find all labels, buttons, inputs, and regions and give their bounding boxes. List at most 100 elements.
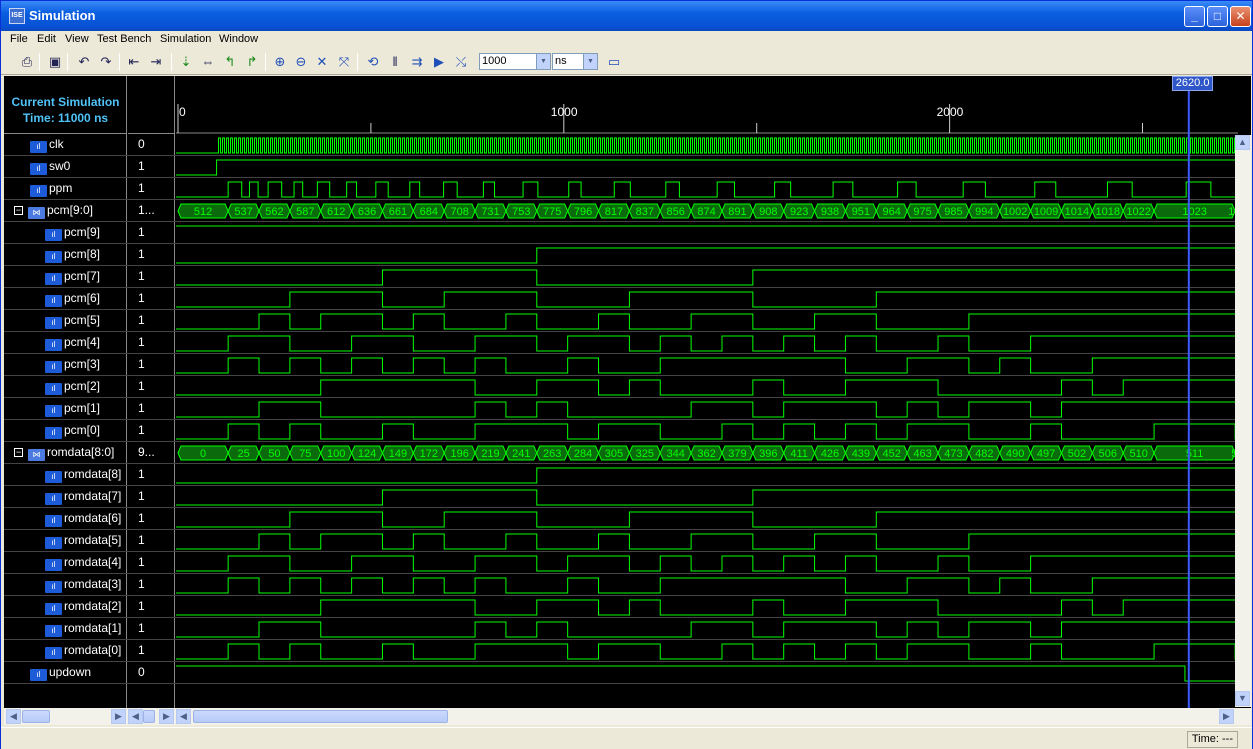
signal-name[interactable]: ıl romdata[1] (45, 621, 121, 637)
signal-output-icon: ıl (45, 427, 62, 439)
run-icon[interactable]: ▶ (430, 53, 448, 71)
zoom-in-icon[interactable]: ⊕ (271, 53, 289, 71)
chevron-down-icon[interactable]: ▼ (583, 54, 597, 69)
signal-name[interactable]: ıl pcm[5] (45, 313, 100, 329)
menu-bar: File Edit View Test Bench Simulation Win… (1, 31, 1252, 49)
menu-file[interactable]: File (10, 33, 28, 45)
signal-name[interactable]: ıl pcm[1] (45, 401, 100, 417)
minimize-button[interactable]: _ (1184, 6, 1205, 27)
signal-name[interactable]: ıl pcm[9] (45, 225, 100, 241)
romdata-value-label: 396 (759, 448, 777, 460)
zoom-fit-icon[interactable]: ✕ (313, 53, 331, 71)
romdata-8-waveform (176, 467, 1238, 484)
print-icon[interactable]: ⎙ (18, 53, 36, 71)
scroll-left-icon[interactable]: ◀ (6, 709, 21, 724)
waveform-canvas[interactable]: 0 1000 2000512 537 562 587 612 636 661 684 708 731 7… (176, 76, 1238, 708)
window-icon[interactable]: ▭ (605, 53, 623, 71)
signal-name[interactable]: ıl pcm[0] (45, 423, 100, 439)
signal-name[interactable]: ıl romdata[0] (45, 643, 121, 659)
scroll-right-icon[interactable]: ▶ (1219, 709, 1234, 724)
signal-name-label: updown (49, 665, 92, 679)
vertical-scrollbar[interactable]: ▲ ▼ (1235, 135, 1251, 707)
menu-view[interactable]: View (65, 33, 89, 45)
romdata-value-label: 490 (1006, 448, 1024, 460)
measure-icon[interactable]: ⇔ (199, 53, 217, 71)
signal-name[interactable]: ıl romdata[4] (45, 555, 121, 571)
signal-name[interactable]: ıl romdata[6] (45, 511, 121, 527)
previous-marker-icon[interactable]: ↰ (221, 53, 239, 71)
waveform-viewer[interactable]: Current Simulation Time: 11000 ns ıl clk 0… (4, 76, 1251, 708)
close-button[interactable]: ✕ (1230, 6, 1251, 27)
add-marker-icon[interactable]: ⇣ (177, 53, 195, 71)
signal-name[interactable]: ıl romdata[3] (45, 577, 121, 593)
menu-edit[interactable]: Edit (37, 33, 56, 45)
next-marker-icon[interactable]: ↱ (243, 53, 261, 71)
signal-value: 1 (138, 159, 145, 173)
save-icon[interactable]: ▣ (46, 53, 64, 71)
pcm-value-label: 1023 (1182, 206, 1206, 218)
signal-name-label: romdata[3] (64, 577, 122, 591)
signal-name[interactable]: ⋈ pcm[9:0] (28, 203, 93, 219)
name-scroll-thumb[interactable] (22, 710, 50, 723)
zoom-out-icon[interactable]: ⊖ (292, 53, 310, 71)
signal-name[interactable]: ıl pcm[8] (45, 247, 100, 263)
signal-name[interactable]: ıl romdata[5] (45, 533, 121, 549)
signal-name[interactable]: ıl ppm (30, 181, 72, 197)
run-all-icon[interactable]: ⇉ (408, 53, 426, 71)
signal-name[interactable]: ıl pcm[7] (45, 269, 100, 285)
menu-test-bench[interactable]: Test Bench (97, 33, 151, 45)
horizontal-scrollbar[interactable]: ◀ ▶ ◀ ▶ ◀ ▶ (4, 708, 1251, 725)
redo-icon[interactable]: ↷ (97, 53, 115, 71)
simulation-window: ISE Simulation _ □ ✕ File Edit View Test… (0, 0, 1253, 749)
zoom-full-icon[interactable]: ⤧ (335, 53, 353, 71)
collapse-toggle-icon[interactable]: − (14, 206, 23, 215)
signal-name-label: romdata[6] (64, 511, 122, 525)
menu-simulation[interactable]: Simulation (160, 33, 211, 45)
signal-name[interactable]: ıl clk (30, 137, 64, 153)
scroll-up-icon[interactable]: ▲ (1235, 135, 1250, 150)
pause-icon[interactable]: ‖ (386, 53, 404, 71)
signal-name[interactable]: ıl pcm[2] (45, 379, 100, 395)
wave-scroll-thumb[interactable] (193, 710, 448, 723)
signal-name[interactable]: ıl romdata[2] (45, 599, 121, 615)
expand-icon[interactable]: ⇥ (147, 53, 165, 71)
scroll-right-icon[interactable]: ▶ (111, 709, 126, 724)
pcm-value-label: 874 (697, 206, 715, 218)
romdata-value-label: 219 (481, 448, 499, 460)
signal-name[interactable]: ıl updown (30, 665, 91, 681)
romdata-value-label: 124 (358, 448, 376, 460)
signal-name[interactable]: ıl romdata[7] (45, 489, 121, 505)
signal-output-icon: ıl (45, 405, 62, 417)
scroll-down-icon[interactable]: ▼ (1235, 691, 1250, 706)
undo-icon[interactable]: ↶ (75, 53, 93, 71)
maximize-button[interactable]: □ (1207, 6, 1228, 27)
scroll-left-icon[interactable]: ◀ (176, 709, 191, 724)
run-time-select[interactable]: 1000 ▼ (479, 53, 551, 70)
signal-name[interactable]: ⋈ romdata[8:0] (28, 445, 114, 461)
scroll-right-icon[interactable]: ▶ (159, 709, 174, 724)
restart-icon[interactable]: ⟲ (364, 53, 382, 71)
chevron-down-icon[interactable]: ▼ (536, 54, 550, 69)
step-icon[interactable]: ⤯ (452, 53, 470, 71)
signal-name[interactable]: ıl romdata[8] (45, 467, 121, 483)
signal-output-icon: ıl (45, 339, 62, 351)
signal-name[interactable]: ıl pcm[6] (45, 291, 100, 307)
signal-value: 0 (138, 137, 145, 151)
collapse-icon[interactable]: ⇤ (125, 53, 143, 71)
value-scroll-thumb[interactable] (143, 710, 155, 723)
signal-name[interactable]: ıl sw0 (30, 159, 70, 175)
time-unit-select[interactable]: ns ▼ (552, 53, 598, 70)
signal-input-icon: ıl (30, 163, 47, 175)
sw0-waveform (176, 159, 1238, 176)
menu-window[interactable]: Window (219, 33, 258, 45)
pcm-6-waveform (176, 291, 1238, 308)
signal-name[interactable]: ıl pcm[4] (45, 335, 100, 351)
scroll-left-icon[interactable]: ◀ (128, 709, 143, 724)
updown-waveform (176, 665, 1238, 682)
cursor-time-label[interactable]: 2620.0 (1171, 76, 1214, 91)
signal-name[interactable]: ıl pcm[3] (45, 357, 100, 373)
signal-value: 1 (138, 269, 145, 283)
collapse-toggle-icon[interactable]: − (14, 448, 23, 457)
title-bar[interactable]: ISE Simulation _ □ ✕ (1, 1, 1252, 31)
signal-name-label: pcm[2] (64, 379, 101, 393)
